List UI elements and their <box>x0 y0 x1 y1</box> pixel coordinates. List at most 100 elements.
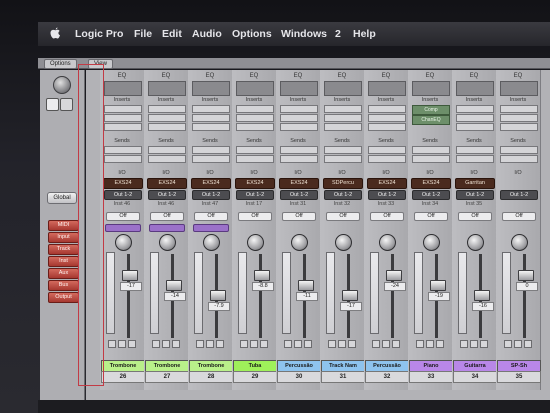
pan-knob-icon[interactable] <box>467 234 484 251</box>
fader-track[interactable] <box>127 254 130 338</box>
record-button[interactable] <box>216 340 224 348</box>
eq-display[interactable] <box>456 81 494 96</box>
instrument-slot[interactable]: EXS24 <box>411 178 451 189</box>
volume-fader-handle[interactable] <box>254 270 270 281</box>
send-slot[interactable] <box>324 146 362 154</box>
automation-off-button[interactable]: Off <box>502 212 536 221</box>
insert-slot[interactable] <box>324 105 362 113</box>
menu-options[interactable]: Options <box>232 28 272 40</box>
insert-slot[interactable] <box>324 114 362 122</box>
insert-slot[interactable] <box>500 123 538 131</box>
menu-help[interactable]: Help <box>353 28 376 40</box>
send-slot[interactable] <box>500 155 538 163</box>
hand-tool-icon[interactable] <box>60 98 73 111</box>
instrument-slot[interactable]: EXS24 <box>147 178 187 189</box>
insert-slot[interactable] <box>104 105 142 113</box>
pan-knob-icon[interactable] <box>423 234 440 251</box>
insert-slot[interactable] <box>456 114 494 122</box>
solo-button[interactable] <box>250 340 258 348</box>
menu-file[interactable]: File <box>134 28 152 40</box>
solo-button[interactable] <box>206 340 214 348</box>
menu-edit[interactable]: Edit <box>162 28 182 40</box>
output-selector[interactable]: Out 1-2 <box>324 190 362 200</box>
send-slot[interactable] <box>280 155 318 163</box>
eq-display[interactable] <box>104 81 142 96</box>
filter-aux-button[interactable]: Aux <box>48 268 79 279</box>
automation-off-button[interactable]: Off <box>326 212 360 221</box>
instrument-slot[interactable]: EXS24 <box>279 178 319 189</box>
pan-knob-icon[interactable] <box>291 234 308 251</box>
pan-knob-icon[interactable] <box>247 234 264 251</box>
insert-slot[interactable] <box>236 123 274 131</box>
mute-button[interactable] <box>372 340 380 348</box>
menu-audio[interactable]: Audio <box>192 28 222 40</box>
fader-track[interactable] <box>523 254 526 338</box>
send-slot[interactable] <box>148 155 186 163</box>
filter-input-button[interactable]: Input <box>48 232 79 243</box>
eq-display[interactable] <box>368 81 406 96</box>
volume-fader-handle[interactable] <box>386 270 402 281</box>
filter-output-button[interactable]: Output <box>48 292 79 303</box>
record-button[interactable] <box>348 340 356 348</box>
solo-button[interactable] <box>118 340 126 348</box>
master-knob-icon[interactable] <box>53 76 71 94</box>
volume-fader-handle[interactable] <box>518 270 534 281</box>
volume-fader-handle[interactable] <box>298 280 314 291</box>
volume-fader-handle[interactable] <box>122 270 138 281</box>
mute-button[interactable] <box>108 340 116 348</box>
volume-fader-handle[interactable] <box>210 290 226 301</box>
send-slot[interactable] <box>104 155 142 163</box>
instrument-slot[interactable]: EXS24 <box>367 178 407 189</box>
solo-button[interactable] <box>514 340 522 348</box>
insert-slot[interactable] <box>500 114 538 122</box>
solo-button[interactable] <box>338 340 346 348</box>
insert-slot-comp[interactable]: Comp <box>412 105 450 115</box>
pan-knob-icon[interactable] <box>379 234 396 251</box>
insert-slot[interactable] <box>280 123 318 131</box>
insert-slot[interactable] <box>104 114 142 122</box>
options-dropdown[interactable]: Options <box>44 59 77 69</box>
automation-off-button[interactable]: Off <box>282 212 316 221</box>
volume-fader-handle[interactable] <box>430 280 446 291</box>
menu-app-name[interactable]: Logic Pro <box>75 28 123 40</box>
eq-display[interactable] <box>324 81 362 96</box>
output-selector[interactable]: Out 1-2 <box>368 190 406 200</box>
insert-slot[interactable] <box>368 123 406 131</box>
automation-off-button[interactable]: Off <box>370 212 404 221</box>
record-button[interactable] <box>172 340 180 348</box>
mute-button[interactable] <box>328 340 336 348</box>
mute-button[interactable] <box>152 340 160 348</box>
menu-screenset[interactable]: 2 <box>335 28 341 40</box>
filter-track-button[interactable]: Track <box>48 244 79 255</box>
instrument-slot[interactable]: EXS24 <box>235 178 275 189</box>
pan-knob-icon[interactable] <box>335 234 352 251</box>
insert-slot[interactable] <box>104 123 142 131</box>
insert-slot[interactable] <box>236 114 274 122</box>
record-button[interactable] <box>480 340 488 348</box>
send-slot[interactable] <box>148 146 186 154</box>
output-selector[interactable]: Out 1-2 <box>456 190 494 200</box>
solo-button[interactable] <box>294 340 302 348</box>
send-slot[interactable] <box>236 146 274 154</box>
eq-display[interactable] <box>236 81 274 96</box>
send-slot[interactable] <box>236 155 274 163</box>
pan-knob-icon[interactable] <box>159 234 176 251</box>
pan-knob-icon[interactable] <box>115 234 132 251</box>
pan-knob-icon[interactable] <box>511 234 528 251</box>
output-selector[interactable]: Out 1-2 <box>104 190 142 200</box>
instrument-slot[interactable]: EXS24 <box>103 178 143 189</box>
mute-button[interactable] <box>460 340 468 348</box>
send-slot[interactable] <box>192 146 230 154</box>
record-button[interactable] <box>436 340 444 348</box>
automation-off-button[interactable]: Off <box>150 212 184 221</box>
send-slot[interactable] <box>280 146 318 154</box>
fader-track[interactable] <box>259 254 262 338</box>
mute-button[interactable] <box>504 340 512 348</box>
global-button[interactable]: Global <box>47 192 77 204</box>
solo-button[interactable] <box>470 340 478 348</box>
insert-slot[interactable] <box>500 105 538 113</box>
automation-off-button[interactable]: Off <box>238 212 272 221</box>
instrument-slot[interactable]: Garritan <box>455 178 495 189</box>
group-slot[interactable] <box>149 224 185 232</box>
mute-button[interactable] <box>416 340 424 348</box>
